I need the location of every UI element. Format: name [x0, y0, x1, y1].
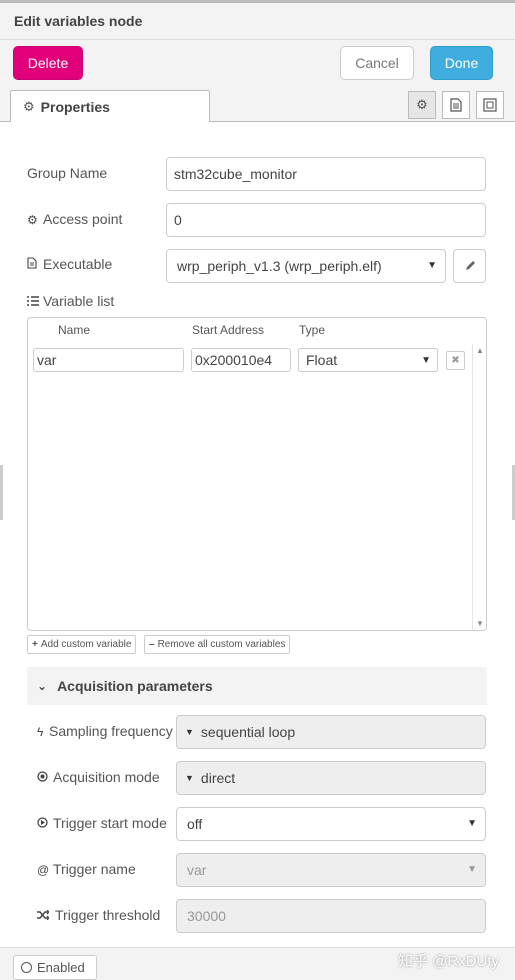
remove-all-custom-variables-label: Remove all custom variables [157, 639, 286, 650]
remove-all-custom-variables-button[interactable]: – Remove all custom variables [144, 635, 291, 654]
gear-icon: ⚙ [23, 98, 35, 114]
variable-type-select[interactable]: Float ▼ [298, 348, 438, 372]
trigger-threshold-label: Trigger threshold [55, 907, 161, 923]
variable-address-input[interactable]: 0x200010e4 [191, 348, 291, 372]
add-custom-variable-label: Add custom variable [40, 639, 132, 650]
trigger-start-mode-label: Trigger start mode [53, 815, 167, 831]
tab-properties[interactable]: ⚙ Properties [10, 90, 210, 123]
acquisition-parameters-header[interactable]: ⌄ Acquisition parameters [27, 667, 487, 705]
trigger-name-label-row: @ Trigger name [37, 861, 136, 877]
access-point-label: Access point [43, 211, 123, 227]
variable-list-label: Variable list [43, 293, 115, 309]
dialog-title: Edit variables node [14, 13, 143, 29]
caret-down-icon: ▼ [467, 864, 477, 875]
variable-type-value: Float [306, 352, 338, 368]
variable-list-label-row: Variable list [27, 293, 114, 309]
tab-description-document-icon[interactable] [442, 91, 470, 119]
dialog-toolbar: Delete Cancel Done [0, 40, 515, 88]
close-icon: ✖ [451, 355, 460, 366]
tab-settings-gear-icon[interactable]: ⚙ [408, 91, 436, 119]
trigger-name-value: var [187, 862, 207, 878]
sampling-frequency-label-row: ϟ Sampling frequency [37, 723, 173, 739]
column-header-name: Name [58, 323, 91, 337]
group-name-label: Group Name [27, 165, 108, 181]
sampling-frequency-dropdown[interactable]: ▼ sequential loop [176, 715, 486, 749]
plus-icon: + [32, 639, 38, 650]
group-name-input[interactable]: stm32cube_monitor [166, 157, 486, 191]
tab-properties-label: Properties [40, 98, 110, 115]
minus-icon: – [149, 639, 155, 650]
variable-name-input[interactable]: var [33, 348, 184, 372]
trigger-threshold-input[interactable]: 30000 [176, 899, 486, 933]
circle-icon [21, 962, 32, 973]
at-icon: @ [37, 863, 50, 877]
column-header-type: Type [299, 323, 326, 337]
add-custom-variable-button[interactable]: + Add custom variable [27, 635, 137, 654]
access-point-input[interactable]: 0 [166, 203, 486, 237]
column-header-start-address: Start Address [192, 323, 265, 337]
edit-executable-button[interactable] [453, 249, 486, 283]
trigger-name-select[interactable]: var ▼ [176, 853, 486, 887]
scroll-up-icon: ▲ [476, 346, 484, 355]
executable-select[interactable]: wrp_periph_v1.3 (wrp_periph.elf) ▼ [166, 249, 446, 283]
sampling-frequency-value: sequential loop [200, 724, 296, 740]
trigger-threshold-label-row: Trigger threshold [37, 907, 160, 923]
bolt-icon: ϟ [37, 725, 44, 739]
dialog-titlebar: Edit variables node [0, 0, 515, 40]
dot-circle-icon [37, 771, 49, 785]
remove-row-button[interactable]: ✖ [446, 351, 465, 370]
executable-label: Executable [43, 256, 113, 272]
trigger-start-mode-select[interactable]: off ▼ [176, 807, 486, 841]
properties-panel: Group Name stm32cube_monitor ⚙ Access poi… [0, 122, 515, 947]
caret-down-icon: ▼ [467, 818, 477, 829]
executable-select-value: wrp_periph_v1.3 (wrp_periph.elf) [177, 258, 382, 274]
acquisition-mode-dropdown[interactable]: ▼ direct [176, 761, 486, 795]
enabled-label: Enabled [37, 960, 85, 975]
caret-down-icon: ▼ [421, 355, 431, 366]
cancel-button[interactable]: Cancel [340, 46, 414, 80]
acquisition-mode-label-row: Acquisition mode [37, 769, 160, 785]
delete-button[interactable]: Delete [13, 46, 83, 80]
sampling-frequency-label: Sampling frequency [49, 723, 173, 739]
caret-down-icon: ▼ [185, 773, 194, 783]
caret-down-icon: ▼ [427, 260, 437, 271]
play-circle-icon [37, 817, 49, 831]
watermark: 知乎 @RxDUty [398, 953, 500, 970]
variable-list-scrollbar[interactable]: ▲ ▼ [472, 344, 486, 630]
left-resize-handle[interactable] [0, 465, 3, 520]
file-text-icon [27, 257, 43, 272]
gear-icon: ⚙ [27, 213, 38, 227]
tabs-bar: ⚙ Properties ⚙ [0, 88, 515, 123]
chevron-down-icon: ⌄ [37, 679, 48, 693]
scroll-down-icon: ▼ [476, 619, 484, 628]
list-icon [27, 295, 43, 309]
tab-appearance-frame-icon[interactable] [476, 91, 504, 119]
enabled-toggle[interactable]: Enabled [13, 955, 97, 980]
pencil-icon [465, 261, 475, 270]
trigger-start-mode-value: off [187, 816, 203, 832]
random-icon [37, 909, 50, 923]
caret-down-icon: ▼ [185, 727, 194, 737]
acquisition-parameters-title: Acquisition parameters [57, 678, 213, 694]
trigger-name-label: Trigger name [53, 861, 136, 877]
acquisition-mode-label: Acquisition mode [53, 769, 160, 785]
access-point-label-row: ⚙ Access point [27, 211, 122, 227]
executable-label-row: Executable [27, 256, 112, 272]
acquisition-mode-value: direct [200, 770, 236, 786]
trigger-start-mode-label-row: Trigger start mode [37, 815, 167, 831]
variable-list: Name Start Address Type var 0x200010e4 F… [27, 317, 487, 631]
done-button[interactable]: Done [430, 46, 493, 80]
